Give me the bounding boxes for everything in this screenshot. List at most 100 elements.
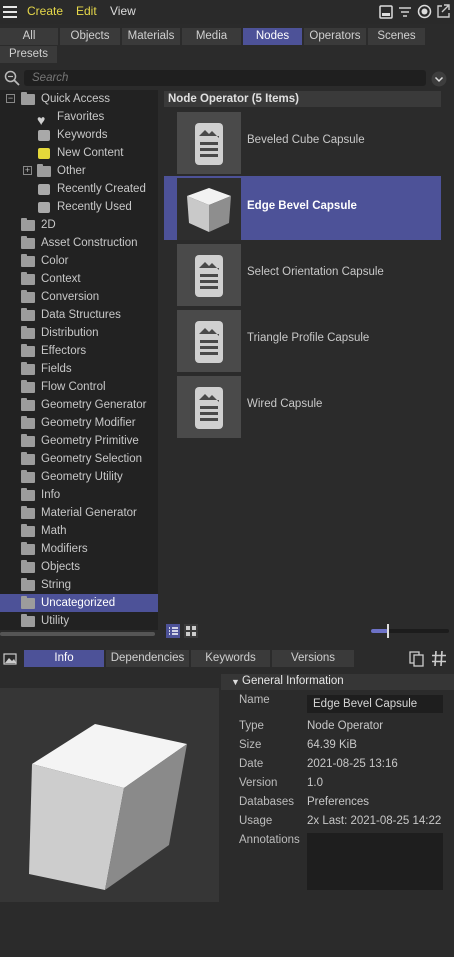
tree-item-label: Favorites [57,111,105,123]
tree-item-keywords[interactable]: Keywords [0,126,158,144]
tree-item-label: Context [41,273,81,285]
tree-item-effectors[interactable]: Effectors [0,342,158,360]
tree-item-asset-construction[interactable]: Asset Construction [0,234,158,252]
search-document-icon [38,130,50,141]
cube-preview-image [29,724,187,890]
asset-item[interactable]: Beveled Cube Capsule [164,110,441,174]
chevron-down-icon[interactable] [431,71,447,87]
search-document-icon [38,148,50,159]
asset-item[interactable]: Select Orientation Capsule [164,242,441,306]
menu-edit[interactable]: Edit [76,4,97,18]
tree-scrollbar[interactable] [0,632,155,636]
tree-item-uncategorized[interactable]: Uncategorized [0,594,158,612]
expand-icon[interactable]: + [23,166,32,175]
folder-icon [37,164,51,177]
tree-item-label: 2D [41,219,56,231]
tree-item-context[interactable]: Context [0,270,158,288]
copy-icon[interactable] [409,651,424,667]
annotations-field[interactable] [307,833,443,890]
tab-objects[interactable]: Objects [60,28,120,45]
tab-all[interactable]: All [0,28,58,45]
tree-item-label: Keywords [57,129,108,141]
category-tree: − Quick Access ♥ Favorites Keywords New … [0,90,158,630]
size-value: 64.39 KiB [307,739,357,751]
list-view-icon [169,627,178,635]
tree-item-math[interactable]: Math [0,522,158,540]
tree-item-geometry-modifier[interactable]: Geometry Modifier [0,414,158,432]
tree-item-geometry-generator[interactable]: Geometry Generator [0,396,158,414]
databases-label: Databases [239,796,294,808]
tab-info[interactable]: Info [24,650,104,667]
capsule-icon [177,376,241,438]
general-info-header[interactable]: ▼ General Information [221,674,454,690]
folder-icon [21,380,35,393]
tab-presets[interactable]: Presets [0,46,57,63]
tab-media[interactable]: Media [182,28,241,45]
tree-item-info[interactable]: Info [0,486,158,504]
tree-item-other[interactable]: + Other [0,162,158,180]
tree-item-geometry-utility[interactable]: Geometry Utility [0,468,158,486]
menu-create[interactable]: Create [27,4,63,18]
tree-item-material-generator[interactable]: Material Generator [0,504,158,522]
hamburger-menu-icon[interactable] [3,6,17,18]
menu-view[interactable]: View [110,4,136,18]
preview-top [0,671,219,687]
tree-item-fields[interactable]: Fields [0,360,158,378]
tree-item-quick-access[interactable]: − Quick Access [0,90,158,108]
asset-item[interactable]: Wired Capsule [164,374,441,438]
tree-item-2d[interactable]: 2D [0,216,158,234]
layout-icon[interactable] [379,5,393,19]
tab-materials[interactable]: Materials [122,28,180,45]
folder-icon [21,218,35,231]
record-icon[interactable] [417,4,432,19]
tab-nodes[interactable]: Nodes [243,28,302,45]
tree-item-objects[interactable]: Objects [0,558,158,576]
tab-versions[interactable]: Versions [272,650,354,667]
tab-keywords[interactable]: Keywords [191,650,270,667]
name-field[interactable]: Edge Bevel Capsule [307,695,443,713]
tree-item-label: Asset Construction [41,237,138,249]
tree-item-conversion[interactable]: Conversion [0,288,158,306]
zoom-slider[interactable] [371,624,449,638]
tree-item-utility[interactable]: Utility [0,612,158,630]
tree-item-data-structures[interactable]: Data Structures [0,306,158,324]
type-label: Type [239,720,264,732]
tree-item-color[interactable]: Color [0,252,158,270]
grid-view-button[interactable] [184,624,198,638]
tree-item-label: Geometry Utility [41,471,123,483]
folder-icon [21,308,35,321]
tree-item-geometry-selection[interactable]: Geometry Selection [0,450,158,468]
tree-item-geometry-primitive[interactable]: Geometry Primitive [0,432,158,450]
tree-item-string[interactable]: String [0,576,158,594]
tree-item-flow-control[interactable]: Flow Control [0,378,158,396]
hash-icon[interactable] [431,650,447,667]
asset-item[interactable]: Edge Bevel Capsule [164,176,441,240]
asset-item[interactable]: Triangle Profile Capsule [164,308,441,372]
list-view-button[interactable] [166,624,180,638]
folder-icon [21,560,35,573]
zoom-slider-handle[interactable] [387,624,389,638]
image-icon[interactable] [3,652,17,666]
tab-dependencies[interactable]: Dependencies [106,650,189,667]
tab-operators[interactable]: Operators [304,28,366,45]
filter-icon[interactable] [398,5,412,19]
tab-scenes[interactable]: Scenes [368,28,425,45]
databases-value: Preferences [307,796,370,808]
popout-icon[interactable] [436,4,450,19]
folder-icon [21,326,35,339]
tree-item-modifiers[interactable]: Modifiers [0,540,158,558]
tree-item-label: Fields [41,363,72,375]
folder-icon [21,290,35,303]
search-input[interactable]: Search [24,70,426,86]
collapse-icon[interactable]: − [6,94,15,103]
tree-item-favorites[interactable]: ♥ Favorites [0,108,158,128]
asset-item-label: Select Orientation Capsule [247,266,384,278]
tree-item-recently-created[interactable]: Recently Created [0,180,158,198]
tree-item-label: Recently Created [57,183,146,195]
zoom-search-icon[interactable] [4,70,20,86]
asset-item-label: Beveled Cube Capsule [247,134,365,146]
tree-item-new-content[interactable]: New Content [0,144,158,162]
folder-icon [21,236,35,249]
tree-item-distribution[interactable]: Distribution [0,324,158,342]
tree-item-recently-used[interactable]: Recently Used [0,198,158,216]
